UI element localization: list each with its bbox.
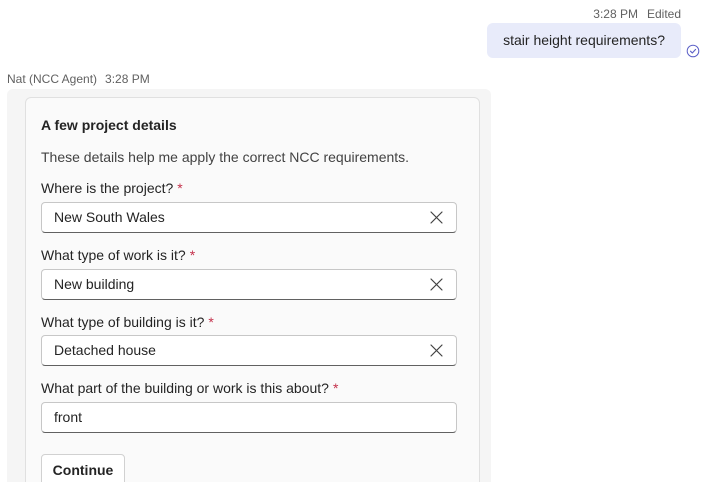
sent-message-meta: 3:28 PM Edited xyxy=(593,7,681,21)
received-message-meta: Nat (NCC Agent) 3:28 PM xyxy=(7,72,150,86)
building-part-input[interactable]: front xyxy=(41,402,457,433)
continue-button[interactable]: Continue xyxy=(41,454,125,482)
sent-message-time: 3:28 PM xyxy=(593,7,638,21)
field-label-building-type: What type of building is it? * xyxy=(41,314,214,330)
received-message-bubble: A few project details These details help… xyxy=(7,89,491,482)
field-label-text: Where is the project? xyxy=(41,180,174,196)
field-label-location: Where is the project? * xyxy=(41,180,183,196)
received-message-time: 3:28 PM xyxy=(105,72,150,86)
sender-name: Nat (NCC Agent) xyxy=(7,72,98,86)
field-label-building-part: What part of the building or work is thi… xyxy=(41,380,338,396)
field-label-text: What type of work is it? xyxy=(41,247,186,263)
sent-message-bubble[interactable]: stair height requirements? xyxy=(487,23,681,58)
chat-view: 3:28 PM Edited stair height requirements… xyxy=(0,0,725,482)
field-label-work-type: What type of work is it? * xyxy=(41,247,195,263)
card-title: A few project details xyxy=(41,117,177,133)
required-asterisk: * xyxy=(177,180,183,196)
building-type-value: Detached house xyxy=(54,342,156,358)
required-asterisk: * xyxy=(189,247,196,263)
building-part-value: front xyxy=(54,409,83,425)
clear-icon[interactable] xyxy=(430,344,443,357)
work-type-value: New building xyxy=(54,276,135,292)
field-label-text: What type of building is it? xyxy=(41,314,205,330)
sent-message-edited-label: Edited xyxy=(646,7,681,21)
location-value: New South Wales xyxy=(54,209,165,225)
work-type-select[interactable]: New building xyxy=(41,269,457,300)
building-type-select[interactable]: Detached house xyxy=(41,335,457,366)
location-select[interactable]: New South Wales xyxy=(41,202,457,233)
project-details-card: A few project details These details help… xyxy=(25,97,480,482)
card-subtitle: These details help me apply the correct … xyxy=(41,149,410,165)
clear-icon[interactable] xyxy=(430,278,443,291)
field-label-text: What part of the building or work is thi… xyxy=(41,380,329,396)
read-receipt-check-icon xyxy=(686,44,700,58)
required-asterisk: * xyxy=(332,380,339,396)
clear-icon[interactable] xyxy=(430,211,443,224)
required-asterisk: * xyxy=(208,314,214,330)
